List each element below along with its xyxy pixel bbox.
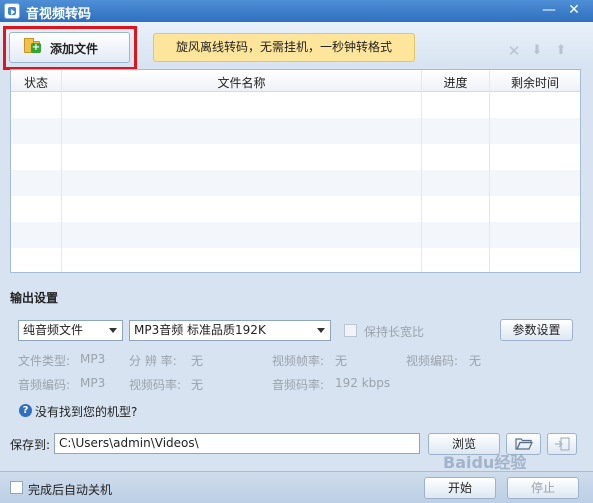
list-row — [11, 92, 580, 118]
info-audio-bitrate-label: 音频码率: — [272, 378, 325, 392]
keep-ratio-label: 保持长宽比 — [364, 325, 425, 339]
keep-ratio-checkbox[interactable] — [344, 324, 357, 337]
column-filename[interactable]: 文件名称 — [62, 74, 421, 91]
stop-button[interactable]: 停止 — [507, 477, 579, 499]
list-row — [11, 222, 580, 248]
info-video-bitrate-label: 视频码率: — [129, 378, 182, 392]
arrow-down-icon[interactable]: ⬇ — [530, 44, 544, 58]
help-icon[interactable]: ? — [19, 404, 32, 417]
info-video-fps-label: 视频帧率: — [272, 354, 325, 368]
column-status[interactable]: 状态 — [11, 74, 61, 91]
export-icon — [555, 437, 570, 451]
format-select-value: MP3音频 标准品质192K — [134, 323, 266, 337]
watermark-text: Baidu经验 — [443, 453, 527, 472]
info-file-type-value: MP3 — [80, 352, 106, 366]
column-divider — [489, 70, 490, 272]
column-remaining-time[interactable]: 剩余时间 — [490, 74, 580, 91]
info-video-codec-value: 无 — [469, 354, 482, 368]
save-to-label: 保存到: — [10, 438, 51, 452]
folder-add-icon — [24, 38, 41, 53]
category-select-value: 纯音频文件 — [23, 323, 84, 337]
minimize-button[interactable]: — — [538, 0, 560, 22]
arrow-up-icon[interactable]: ⬆ — [554, 44, 568, 58]
auto-shutdown-checkbox[interactable] — [10, 481, 23, 494]
info-video-bitrate-value: 无 — [191, 378, 204, 392]
column-divider — [421, 70, 422, 272]
list-row — [11, 196, 580, 222]
save-path-input[interactable]: C:\Users\admin\Videos\ — [54, 433, 420, 454]
info-video-codec-label: 视频编码: — [406, 354, 459, 368]
window-title: 音视频转码 — [26, 7, 92, 22]
app-icon — [4, 3, 20, 19]
list-row — [11, 118, 580, 144]
bottom-bar: 完成后自动关机 开始 停止 — [0, 471, 593, 503]
help-link[interactable]: 没有找到您的机型? — [35, 403, 137, 420]
output-settings-title: 输出设置 — [10, 291, 59, 305]
category-select[interactable]: 纯音频文件 — [18, 320, 123, 341]
info-file-type-label: 文件类型: — [18, 354, 71, 368]
start-button[interactable]: 开始 — [424, 477, 496, 499]
info-resolution-label: 分 辨 率: — [129, 354, 177, 368]
list-row — [11, 248, 580, 274]
info-audio-codec-label: 音频编码: — [18, 378, 71, 392]
auto-shutdown-label: 完成后自动关机 — [28, 483, 113, 497]
info-resolution-value: 无 — [191, 354, 204, 368]
format-select[interactable]: MP3音频 标准品质192K — [129, 320, 331, 341]
title-bar: 音视频转码 — ✕ — [0, 0, 593, 22]
column-divider — [61, 70, 62, 272]
info-audio-bitrate-value: 192 kbps — [335, 376, 391, 390]
file-list-header: 状态 文件名称 进度 剩余时间 — [11, 70, 580, 92]
list-row — [11, 170, 580, 196]
info-video-fps-value: 无 — [335, 354, 348, 368]
params-settings-button[interactable]: 参数设置 — [500, 319, 573, 341]
close-button[interactable]: ✕ — [563, 0, 585, 22]
add-file-label: 添加文件 — [50, 42, 99, 56]
export-button[interactable] — [547, 433, 577, 455]
file-list[interactable]: 状态 文件名称 进度 剩余时间 — [10, 69, 581, 273]
chevron-down-icon — [317, 328, 325, 333]
close-icon[interactable]: ✕ — [507, 44, 521, 59]
list-row — [11, 144, 580, 170]
promo-banner[interactable]: 旋风离线转码，无需挂机，一秒钟转格式 — [153, 33, 415, 62]
info-audio-codec-value: MP3 — [80, 376, 106, 390]
chevron-down-icon — [109, 328, 117, 333]
column-progress[interactable]: 进度 — [422, 74, 489, 91]
add-file-button[interactable]: 添加文件 — [9, 32, 130, 63]
